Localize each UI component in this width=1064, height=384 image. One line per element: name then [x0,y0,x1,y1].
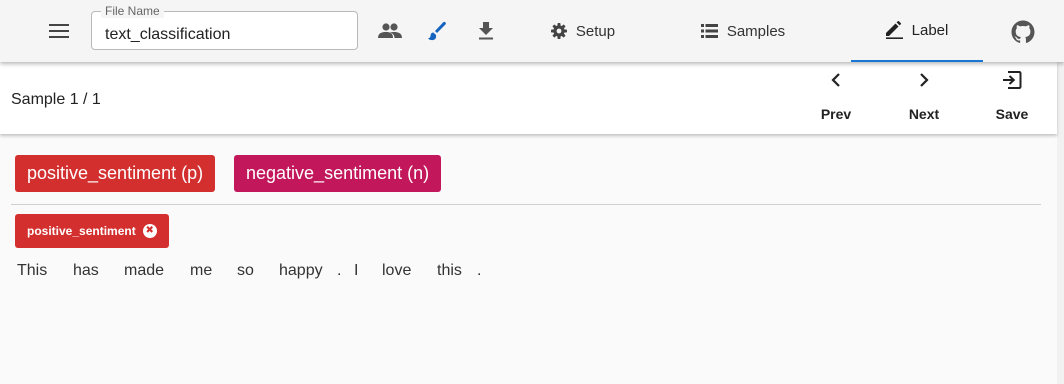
token[interactable]: . [477,262,481,280]
theme-brush-button[interactable] [424,18,450,44]
github-icon [1011,20,1035,43]
collaborators-button[interactable] [377,18,403,44]
gear-icon [550,23,567,39]
chevron-left-icon [831,73,840,87]
token[interactable]: happy [279,262,323,280]
menu-button[interactable] [44,16,74,46]
sample-toolbar: Sample 1 / 1 Prev Next Save [0,62,1057,134]
token[interactable]: has [73,262,99,280]
download-icon [479,22,493,40]
token[interactable]: made [124,262,164,280]
download-button[interactable] [473,18,499,44]
brush-icon [428,21,446,41]
prev-label: Prev [820,106,852,122]
sample-counter: Sample 1 / 1 [11,91,101,108]
token[interactable]: I [354,262,358,280]
prev-button[interactable]: Prev [806,66,866,128]
pencil-icon [885,21,903,39]
github-button[interactable] [1010,19,1036,45]
exit-to-app-icon [1003,71,1022,89]
token[interactable]: me [190,262,212,280]
tab-setup[interactable]: Setup [520,0,646,62]
token[interactable]: This [17,262,47,280]
menu-icon [49,24,69,38]
label-workspace: positive_sentiment (p) negative_sentimen… [0,134,1057,384]
tab-label[interactable]: Label [851,0,983,62]
app-bar: File Name text_classification Setup Samp… [0,0,1064,62]
tab-samples-label: Samples [726,22,786,40]
people-icon [378,23,402,38]
token[interactable]: this [437,262,462,280]
tab-samples[interactable]: Samples [682,0,804,62]
file-name-input[interactable] [92,12,357,49]
scrollbar[interactable] [1057,62,1064,384]
remove-label-icon[interactable]: ✖ [142,224,157,238]
token[interactable]: . [337,262,341,280]
positive-sentiment-label-button[interactable]: positive_sentiment (p) [15,155,216,192]
selected-label-chip: positive_sentiment ✖ [15,214,169,248]
negative-sentiment-label-button[interactable]: negative_sentiment (n) [234,155,442,192]
file-name-field: File Name [91,4,358,50]
selected-label-text: positive_sentiment [27,224,136,238]
next-button[interactable]: Next [894,66,954,128]
list-icon [700,24,718,38]
next-label: Next [908,106,940,122]
save-label: Save [995,106,1029,122]
token[interactable]: love [382,262,411,280]
chevron-right-icon [920,73,929,87]
tab-label-label: Label [911,21,949,39]
save-button[interactable]: Save [982,66,1042,128]
token[interactable]: so [237,262,254,280]
divider [11,204,1041,205]
tab-setup-label: Setup [575,22,616,40]
